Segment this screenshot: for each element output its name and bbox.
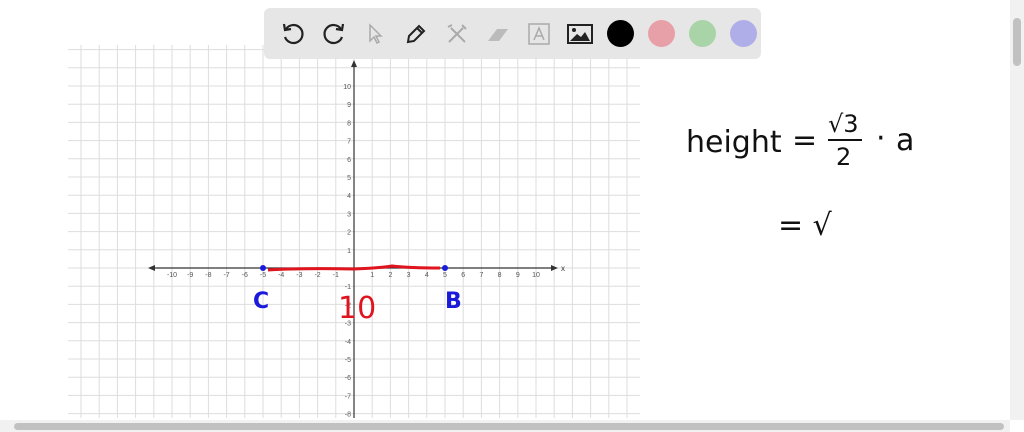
point-label-C: C	[253, 289, 269, 314]
x-tick-label: 3	[407, 272, 411, 279]
y-tick-label: 2	[347, 230, 351, 237]
image-icon[interactable]	[563, 17, 596, 50]
x-tick-label: -4	[278, 272, 284, 279]
horizontal-scrollbar[interactable]	[0, 420, 1010, 432]
text-icon[interactable]	[522, 17, 555, 50]
note-equals: =	[792, 123, 817, 158]
x-tick-label: 9	[516, 272, 520, 279]
x-tick-label: -5	[260, 272, 266, 279]
y-tick-label: 5	[347, 175, 351, 182]
note-line2: = √	[778, 208, 833, 243]
x-tick-label: 6	[461, 272, 465, 279]
y-tick-label: -6	[345, 375, 351, 382]
eraser-icon[interactable]	[481, 17, 514, 50]
x-tick-label: -1	[333, 272, 339, 279]
y-tick-label: -5	[345, 357, 351, 364]
x-tick-label: -2	[314, 272, 320, 279]
x-tick-label: 8	[498, 272, 502, 279]
color-blue[interactable]	[730, 20, 757, 47]
graph-axes: x -10 -9 -8 -7 -6 -5 -4 -3 -2 -1 1 2 3 4 5 6 7 8 9 10 10 9 8 7 6 5…	[148, 60, 565, 419]
undo-icon[interactable]	[276, 17, 309, 50]
y-axis-arrow	[351, 60, 357, 67]
whiteboard-canvas[interactable]: x -10 -9 -8 -7 -6 -5 -4 -3 -2 -1 1 2 3 4 5 6 7 8 9 10 10 9 8 7 6 5…	[0, 0, 1024, 432]
note-numerator: √3	[828, 110, 859, 138]
point-label-B: B	[445, 289, 462, 314]
color-black[interactable]	[607, 20, 634, 47]
y-tick-label: 9	[347, 102, 351, 109]
color-green[interactable]	[689, 20, 716, 47]
pen-icon[interactable]	[399, 17, 432, 50]
x-tick-label: -3	[296, 272, 302, 279]
x-tick-label: -9	[187, 272, 193, 279]
segment-length-label: 10	[338, 291, 376, 326]
y-tick-label: 8	[347, 120, 351, 127]
x-tick-label: -6	[242, 272, 248, 279]
note-var: a	[896, 123, 914, 158]
x-tick-label: 2	[388, 272, 392, 279]
y-tick-label: -4	[345, 339, 351, 346]
y-tick-label: 4	[347, 193, 351, 200]
y-tick-label: 7	[347, 139, 351, 146]
vertical-scrollbar[interactable]	[1010, 0, 1024, 420]
point-B	[442, 265, 448, 271]
toolbar	[264, 8, 761, 59]
color-red[interactable]	[648, 20, 675, 47]
handwritten-notes: height = √3 2 · a = √	[686, 110, 914, 243]
point-C	[260, 265, 266, 271]
x-tick-label: 1	[370, 272, 374, 279]
x-tick-label: 10	[532, 272, 540, 279]
y-tick-label: 3	[347, 211, 351, 218]
x-tick-label: -7	[223, 272, 229, 279]
x-tick-label: -8	[205, 272, 211, 279]
y-tick-label: -8	[345, 412, 351, 419]
x-axis-label: x	[561, 264, 565, 273]
x-tick-label: 7	[479, 272, 483, 279]
y-tick-label: 1	[347, 248, 351, 255]
tools-icon[interactable]	[440, 17, 473, 50]
x-tick-label: 5	[443, 272, 447, 279]
note-dot: ·	[876, 121, 886, 156]
note-denominator: 2	[836, 143, 851, 171]
note-height: height	[686, 125, 782, 160]
x-tick-label: -10	[167, 272, 177, 279]
y-tick-label: 10	[343, 84, 351, 91]
y-tick-label: -7	[345, 393, 351, 400]
select-icon[interactable]	[358, 17, 391, 50]
redo-icon[interactable]	[317, 17, 350, 50]
x-tick-label: 4	[425, 272, 429, 279]
y-tick-label: 6	[347, 157, 351, 164]
